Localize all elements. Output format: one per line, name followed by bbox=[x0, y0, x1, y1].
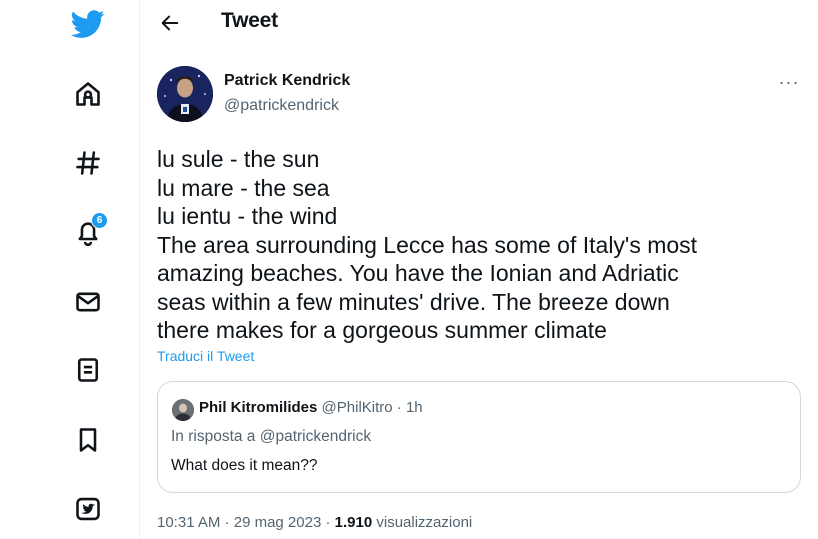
translate-tweet-link[interactable]: Traduci il Tweet bbox=[157, 348, 254, 364]
twitter-bird-icon[interactable] bbox=[68, 5, 108, 43]
envelope-icon[interactable] bbox=[70, 284, 106, 320]
tweet-line: there makes for a gorgeous summer climat… bbox=[157, 317, 607, 343]
quote-author-name[interactable]: Phil Kitromilides bbox=[199, 399, 317, 416]
separator-dot: · bbox=[321, 514, 335, 531]
quote-reply-to: In risposta a @patrickendrick bbox=[171, 428, 372, 445]
separator-dot: · bbox=[392, 399, 406, 416]
tweet-line: lu sule - the sun bbox=[157, 146, 320, 172]
tweet-time[interactable]: 10:31 AM bbox=[157, 514, 220, 531]
twitter-blue-icon[interactable] bbox=[70, 491, 106, 527]
quote-text: What does it mean?? bbox=[171, 457, 318, 474]
tweet-text: lu sule - the sun lu mare - the sea lu i… bbox=[157, 145, 807, 345]
author-handle[interactable]: @patrickendrick bbox=[224, 97, 339, 115]
bell-icon[interactable]: 6 bbox=[70, 212, 108, 250]
tweet-date[interactable]: 29 mag 2023 bbox=[234, 514, 322, 531]
hashtag-icon[interactable] bbox=[70, 145, 106, 181]
quote-header: Phil Kitromilides @PhilKitro · 1h bbox=[199, 399, 423, 416]
page-title: Tweet bbox=[221, 9, 278, 32]
separator-dot: · bbox=[220, 514, 234, 531]
tweet-metadata: 10:31 AM · 29 mag 2023 · 1.910 visualizz… bbox=[157, 514, 472, 531]
list-icon[interactable] bbox=[70, 352, 106, 388]
tweet-line: amazing beaches. You have the Ionian and… bbox=[157, 260, 679, 286]
tweet-line: The area surrounding Lecce has some of I… bbox=[157, 231, 698, 258]
author-name[interactable]: Patrick Kendrick bbox=[224, 72, 350, 90]
page-header: Tweet bbox=[140, 0, 818, 46]
quoted-tweet-card[interactable]: Phil Kitromilides @PhilKitro · 1h In ris… bbox=[157, 381, 801, 493]
author-avatar[interactable] bbox=[157, 66, 213, 122]
quote-author-handle[interactable]: @PhilKitro bbox=[322, 399, 393, 416]
bookmark-icon[interactable] bbox=[70, 422, 106, 458]
views-count: 1.910 bbox=[334, 514, 373, 531]
home-icon[interactable] bbox=[70, 76, 106, 112]
quote-author-avatar[interactable] bbox=[172, 399, 194, 421]
more-options-button[interactable]: ··· bbox=[772, 68, 806, 96]
notification-badge: 6 bbox=[91, 212, 108, 229]
arrow-left-icon bbox=[161, 15, 179, 31]
back-button[interactable] bbox=[156, 9, 184, 37]
views-label: visualizzazioni bbox=[376, 514, 473, 531]
tweet-line: lu ientu - the wind bbox=[157, 203, 338, 229]
sidebar: 6 bbox=[0, 0, 140, 539]
quote-time[interactable]: 1h bbox=[406, 399, 423, 416]
tweet-line: lu mare - the sea bbox=[157, 174, 330, 201]
tweet-line: seas within a few minutes' drive. The br… bbox=[157, 288, 670, 315]
